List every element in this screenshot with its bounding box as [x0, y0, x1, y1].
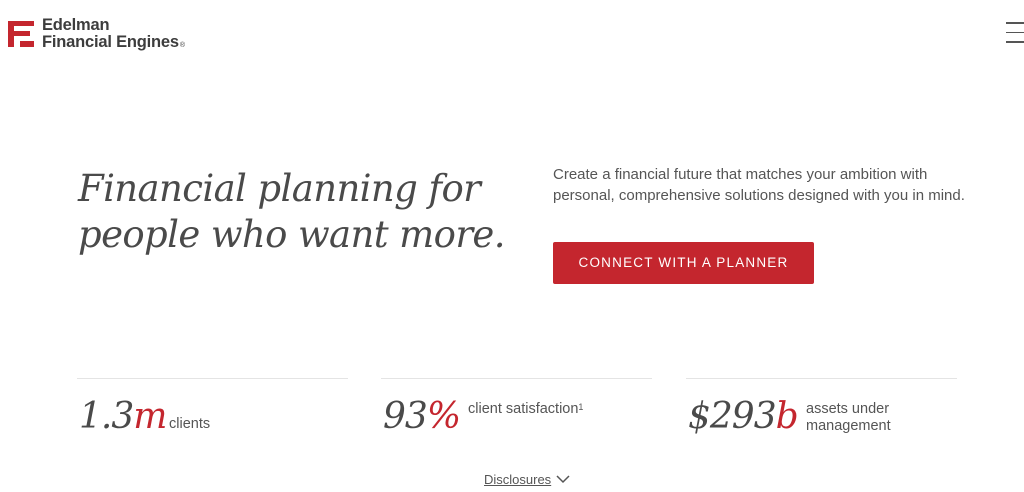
brand-name-line1: Edelman — [42, 16, 110, 34]
chevron-down-icon — [556, 475, 570, 484]
stat-clients: 1.3m clients — [77, 378, 348, 448]
disclosures-label[interactable]: Disclosures — [484, 472, 551, 487]
connect-with-planner-button[interactable]: CONNECT WITH A PLANNER — [553, 242, 814, 284]
brand-name-line2: Financial Engines — [42, 33, 179, 51]
stat-label: clients — [169, 416, 211, 432]
stat-number: 93% — [383, 396, 461, 437]
stat-label: client satisfaction1 — [468, 401, 584, 417]
stat-number: $293b — [688, 396, 799, 437]
stat-client-satisfaction: 93% client satisfaction1 — [381, 378, 652, 448]
registered-mark: ® — [179, 42, 185, 49]
hero-headline: Financial planning for people who want m… — [78, 166, 508, 258]
brand-logo[interactable]: Edelman Financial Engines® — [6, 17, 185, 51]
stat-assets-under-management: $293b assets under management — [686, 378, 957, 448]
hero-intro-text: Create a financial future that matches y… — [553, 166, 965, 204]
hero-headline-line1: Financial planning for — [78, 167, 481, 210]
brand-wordmark: Edelman Financial Engines® — [42, 17, 185, 51]
stat-label: assets under management — [806, 401, 891, 434]
disclosures-toggle[interactable]: Disclosures — [484, 472, 570, 487]
hamburger-menu-icon[interactable] — [1006, 22, 1024, 44]
footnote-marker[interactable]: 1 — [578, 402, 583, 412]
stat-number: 1.3m — [79, 396, 167, 437]
hero-headline-line2: people who want more. — [78, 213, 505, 256]
edelman-logo-icon — [8, 21, 34, 47]
